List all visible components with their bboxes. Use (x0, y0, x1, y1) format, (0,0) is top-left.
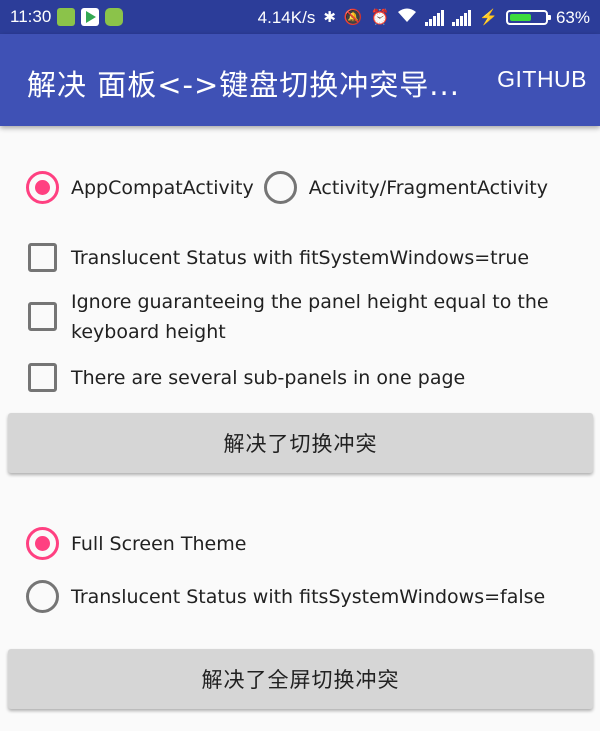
radio-appcompat-activity[interactable]: AppCompatActivity (26, 171, 254, 204)
resolve-fullscreen-conflict-button[interactable]: 解决了全屏切换冲突 (8, 649, 593, 709)
signal-icon (452, 9, 472, 26)
play-store-icon (81, 8, 100, 26)
network-speed: 4.14K/s (257, 7, 316, 27)
radio-button[interactable] (26, 580, 59, 613)
page-title: 解决 面板<->键盘切换冲突导... (27, 68, 460, 102)
battery-percent: 63% (555, 7, 590, 27)
mute-icon: 🔕 (343, 8, 363, 26)
charging-icon: ⚡ (479, 8, 498, 26)
github-button[interactable]: GITHUB (497, 66, 587, 93)
radio-translucent-status-false[interactable]: Translucent Status with fitsSystemWindow… (26, 580, 545, 613)
checkbox-label: Ignore guaranteeing the panel height equ… (71, 291, 549, 343)
status-bar: 11:30 4.14K/s ✱ 🔕 ⏰ ⚡ 63% (0, 0, 600, 34)
theme-radio-group: Full Screen Theme (26, 527, 256, 560)
status-time: 11:30 (10, 7, 52, 26)
radio-button-checked[interactable] (26, 171, 59, 204)
app-bar: 解决 面板<->键盘切换冲突导... GITHUB (0, 34, 600, 126)
checkbox-sub-panels[interactable]: There are several sub-panels in one page (28, 363, 578, 393)
alarm-icon: ⏰ (370, 8, 390, 26)
radio-label: AppCompatActivity (71, 176, 254, 199)
checkbox[interactable] (28, 363, 57, 392)
radio-full-screen-theme[interactable]: Full Screen Theme (26, 527, 246, 560)
wifi-icon (397, 7, 417, 28)
radio-label: Translucent Status with fitsSystemWindow… (71, 585, 546, 608)
resolve-switch-conflict-button[interactable]: 解决了切换冲突 (8, 413, 593, 473)
checkbox-ignore-panel-height[interactable]: Ignore guaranteeing the panel height equ… (28, 287, 578, 347)
radio-fragment-activity[interactable]: Activity/FragmentActivity (263, 171, 548, 204)
android-app-icon (105, 8, 124, 26)
radio-label: Activity/FragmentActivity (308, 176, 548, 199)
checkbox-label: Translucent Status with fitSystemWindows… (71, 247, 530, 269)
theme-radio-group-2: Translucent Status with fitsSystemWindow… (26, 580, 555, 613)
activity-radio-group: AppCompatActivity Activity/FragmentActiv… (26, 171, 558, 204)
signal-icon (425, 9, 445, 26)
bluetooth-icon: ✱ (323, 8, 336, 26)
checkbox[interactable] (28, 302, 57, 331)
battery-icon (505, 10, 551, 25)
checkbox[interactable] (28, 243, 57, 272)
checkbox-label: There are several sub-panels in one page (71, 367, 466, 389)
radio-button-checked[interactable] (26, 527, 59, 560)
battery-app-icon (57, 8, 76, 26)
checkbox-translucent-status[interactable]: Translucent Status with fitSystemWindows… (28, 243, 578, 273)
radio-button[interactable] (263, 171, 297, 204)
radio-label: Full Screen Theme (71, 532, 247, 555)
